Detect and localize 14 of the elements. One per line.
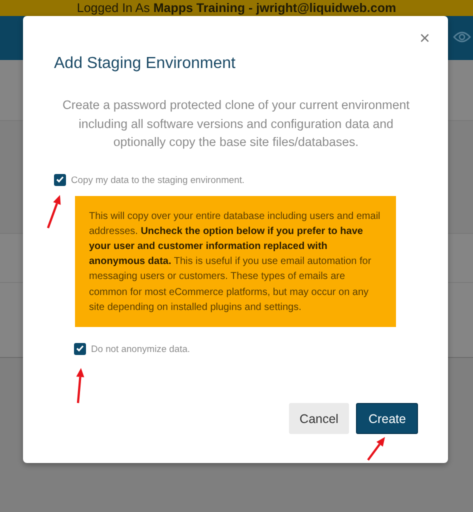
checkbox[interactable] (74, 342, 86, 355)
cancel-button[interactable]: Cancel (288, 403, 350, 434)
warning-notice: This will copy over your entire database including users and email addresses. Uncheck the option below if you prefer to have your user and customer information replaced with anonymous data. This is useful if you use email automation for messaging users or customers. These types of emails are common for most eCommerce platforms, but may occur on any site depending on installed plugins and settings. (75, 196, 396, 327)
checkbox[interactable] (54, 174, 66, 186)
create-button[interactable]: Create (356, 403, 418, 434)
annotation-arrow (76, 368, 84, 404)
checkbox-label: Copy my data to the staging environment. (71, 174, 245, 185)
login-banner-text: Logged In As Mapps Training - jwright@liquidweb.com (76, 0, 396, 16)
close-button[interactable]: × (415, 28, 434, 48)
annotation-arrow (367, 437, 385, 461)
checkbox-label: Do not anonymize data. (91, 343, 190, 354)
annotation-arrow (46, 195, 61, 228)
dialog-description: Create a password protected clone of your current environment including all software versions and configuration data and optionally copy the base site files/databases. (61, 97, 411, 151)
dialog-title: Add Staging Environment (54, 54, 236, 74)
